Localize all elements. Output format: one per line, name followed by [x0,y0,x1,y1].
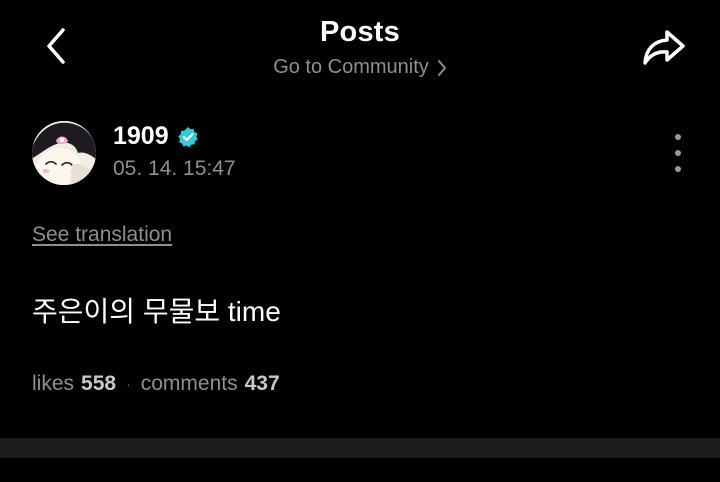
likes-label[interactable]: likes [32,372,74,396]
avatar-image [32,121,96,185]
likes-count[interactable]: 558 [81,372,116,396]
go-to-community-link[interactable]: Go to Community [0,56,720,79]
chevron-right-icon [437,59,446,76]
page-title: Posts [320,16,400,48]
more-vertical-icon-dot-1 [675,134,681,140]
comments-label[interactable]: comments [141,372,238,396]
community-link-label: Go to Community [273,56,429,78]
verified-badge-icon [177,126,199,148]
section-divider [0,438,720,458]
more-options-button[interactable] [665,134,691,172]
share-button[interactable] [638,26,690,68]
post-body-text: 주은이의 무물보 time [32,296,281,327]
post-timestamp: 05. 14. 15:47 [113,157,236,180]
comments-count[interactable]: 437 [245,372,280,396]
avatar[interactable] [32,121,96,185]
share-arrow-icon [643,30,685,65]
stats-separator: · [126,376,131,392]
author-name[interactable]: 1909 [113,122,169,151]
see-translation-link[interactable]: See translation [32,223,172,247]
more-vertical-icon-dot-3 [675,166,681,172]
more-vertical-icon-dot-2 [675,150,681,156]
post-stats: likes 558 · comments 437 [32,372,280,396]
author-row: 1909 [113,122,199,151]
